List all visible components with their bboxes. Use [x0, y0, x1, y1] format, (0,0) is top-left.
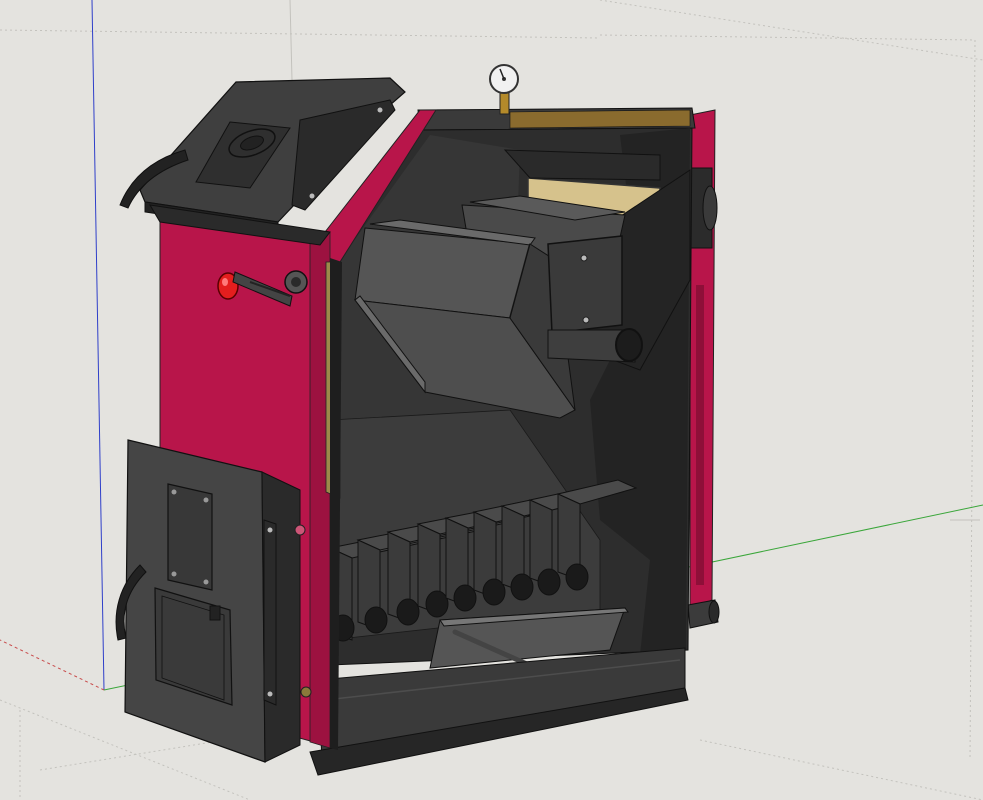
bolt [580, 254, 588, 262]
bolt [267, 691, 273, 697]
boiler-3d-model[interactable] [0, 0, 983, 800]
blue-axis-line [91, 0, 105, 691]
base-plate [309, 647, 689, 776]
door-frame-knob [294, 524, 306, 536]
bbox-edge [599, 0, 983, 61]
door-hinge-rail [263, 519, 277, 706]
bolt [203, 497, 209, 503]
side-flange-cap [702, 185, 718, 231]
bbox-edge [699, 739, 983, 800]
red-axis-line [0, 639, 105, 691]
upper-flue-plate [503, 149, 661, 181]
gauge-stem [499, 91, 510, 115]
bolt [171, 489, 177, 495]
modeling-viewport[interactable] [0, 0, 983, 800]
bolt [267, 527, 273, 533]
front-door [115, 439, 312, 763]
door-latch [209, 605, 221, 621]
pressure-gauge [489, 64, 519, 115]
flue-pipe-opening [615, 328, 643, 362]
bbox-edge [289, 0, 293, 81]
bbox-edge [599, 34, 976, 41]
boiler-right-panel [687, 109, 720, 629]
bbox-edge [969, 39, 976, 761]
top-rail-insulation [509, 109, 691, 129]
outlet-pipe-end [708, 600, 720, 624]
bolt [582, 316, 590, 324]
bolt [309, 193, 315, 199]
bolt [203, 579, 209, 585]
indicator-lamp-shine [222, 278, 228, 286]
bolt [171, 571, 177, 577]
right-side-ridge [696, 285, 704, 585]
bolt [377, 107, 383, 113]
bbox-edge [0, 29, 601, 39]
thermostat-knob-center [291, 277, 301, 287]
door-frame-knob [300, 686, 312, 698]
